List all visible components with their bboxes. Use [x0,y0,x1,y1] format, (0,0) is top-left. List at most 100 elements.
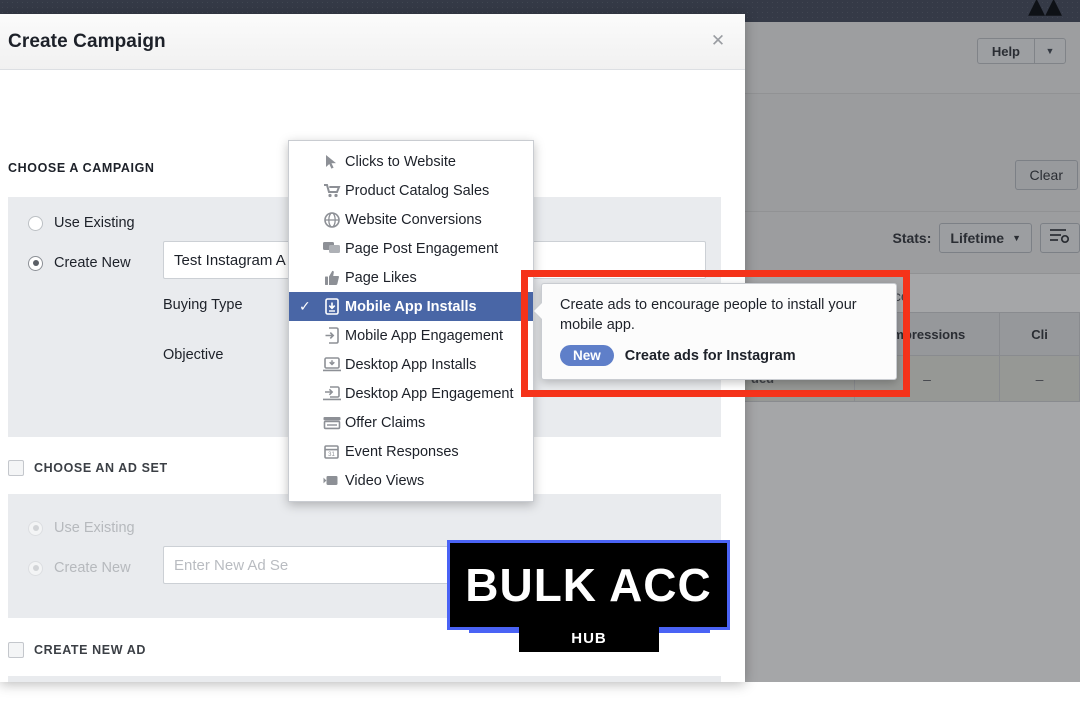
chevron-down-icon: ▼ [1012,233,1021,243]
help-button-label: Help [991,43,1020,59]
radio-label: Use Existing [54,520,135,536]
menu-item-label: Video Views [345,472,425,489]
campaign-name-value: Test Instagram A [174,251,286,269]
radio-adset-use-existing[interactable]: Use Existing [28,520,135,536]
radio-adset-create-new[interactable]: Create New [28,560,131,576]
clear-button-label: Clear [1029,167,1063,183]
stats-label: Stats: [892,230,932,246]
cursor-arrow-icon [319,154,345,170]
radio-icon-selected [28,560,43,576]
table-header-clicks[interactable]: Cli [1000,313,1080,355]
objective-label: Objective [163,347,224,363]
menu-item-video-views[interactable]: ✓ Video Views [289,466,533,495]
page-title: Create Campaign [8,30,166,52]
help-dropdown-button[interactable]: ▼ [1034,38,1066,64]
stats-control-group: Stats: Lifetime ▼ [892,223,1080,253]
dialog-header: Create Campaign ✕ [0,14,745,70]
menu-item-label: Page Post Engagement [345,240,499,257]
watermark-main-box: BULK ACC [447,540,730,630]
check-icon: ✓ [299,473,319,489]
radio-icon [28,215,43,231]
check-icon: ✓ [299,415,319,431]
sliders-gear-icon [1049,227,1071,250]
menu-item-product-catalog-sales[interactable]: ✓ Product Catalog Sales [289,176,533,205]
watermark-sub-box: HUB [519,624,659,652]
watermark-main-text: BULK ACC [465,559,712,611]
menu-item-label: Desktop App Installs [345,356,477,373]
stats-range-select[interactable]: Lifetime ▼ [939,223,1032,253]
watermark: BULK ACC HUB [447,540,730,652]
objective-tooltip: Create ads to encourage people to instal… [534,283,897,380]
close-icon[interactable]: ✕ [707,30,729,52]
check-icon: ✓ [299,357,319,373]
menu-item-clicks-to-website[interactable]: ✓ Clicks to Website [289,147,533,176]
objective-dropdown-menu: ✓ Clicks to Website ✓ Product Catalog Sa… [288,140,534,502]
menu-item-website-conversions[interactable]: ✓ Website Conversions [289,205,533,234]
check-icon: ✓ [299,154,319,170]
check-icon: ✓ [299,212,319,228]
stats-range-value: Lifetime [950,230,1005,246]
stats-settings-button[interactable] [1040,223,1080,253]
buying-type-label: Buying Type [163,297,243,313]
svg-text:31: 31 [328,451,335,457]
menu-item-label: Offer Claims [345,414,426,431]
choose-campaign-heading-label: CHOOSE A CAMPAIGN [8,161,155,175]
checkbox-icon[interactable] [8,642,24,658]
radio-label: Use Existing [54,215,135,231]
check-icon: ✓ [299,444,319,460]
clear-button[interactable]: Clear [1014,160,1078,190]
chrome-bar-glyph: ▲▲ [1028,0,1062,19]
menu-item-desktop-app-engagement[interactable]: ✓ Desktop App Engagement [289,379,533,408]
tooltip-arrow-icon [534,302,543,320]
check-icon: ✓ [299,328,319,344]
radio-icon-selected [28,255,43,271]
watermark-dash-right [652,628,710,633]
mobile-download-icon [319,298,345,315]
desktop-arrow-in-icon [319,386,345,401]
screen: Help ▼ Clear Stats: Lifetime ▼ Impressio… [0,0,1080,720]
menu-item-desktop-app-installs[interactable]: ✓ Desktop App Installs [289,350,533,379]
tooltip-description: Create ads to encourage people to instal… [560,297,857,333]
menu-item-offer-claims[interactable]: ✓ Offer Claims [289,408,533,437]
menu-item-event-responses[interactable]: ✓ 31 Event Responses [289,437,533,466]
status-badge: New [560,345,614,367]
ad-panel: Name Ad Enter an Ad Name [8,676,721,682]
check-icon: ✓ [299,298,311,315]
tooltip-instagram-link[interactable]: Create ads for Instagram [625,348,796,364]
menu-item-mobile-app-engagement[interactable]: ✓ Mobile App Engagement [289,321,533,350]
menu-item-label: Desktop App Engagement [345,385,514,402]
check-icon: ✓ [299,183,319,199]
choose-campaign-heading: CHOOSE A CAMPAIGN [8,161,155,175]
shopping-cart-icon [319,183,345,198]
menu-item-mobile-app-installs[interactable]: ✓ Mobile App Installs [289,292,533,321]
adset-name-placeholder: Enter New Ad Se [174,556,289,574]
radio-label: Create New [54,560,131,576]
menu-item-label: Mobile App Installs [345,298,477,315]
chevron-down-icon: ▼ [1045,46,1055,56]
mobile-arrow-in-icon [319,327,345,344]
menu-item-label: Event Responses [345,443,459,460]
storefront-icon [319,416,345,430]
check-icon: ✓ [299,270,319,286]
menu-item-page-likes[interactable]: ✓ Page Likes [289,263,533,292]
create-new-ad-heading-label: CREATE NEW AD [34,643,146,657]
radio-icon [28,520,43,536]
checkbox-icon[interactable] [8,460,24,476]
create-new-ad-heading: CREATE NEW AD [8,642,146,658]
choose-adset-heading: CHOOSE AN AD SET [8,460,168,476]
tooltip-instagram-row[interactable]: New Create ads for Instagram [542,335,896,367]
watermark-sub-text: HUB [571,629,607,647]
menu-item-label: Mobile App Engagement [345,327,503,344]
menu-item-label: Clicks to Website [345,153,456,170]
speech-bubbles-icon [319,241,345,256]
radio-campaign-use-existing[interactable]: Use Existing [28,215,135,231]
choose-adset-heading-label: CHOOSE AN AD SET [34,461,168,475]
check-icon: ✓ [299,241,319,257]
radio-label: Create New [54,255,131,271]
thumbs-up-icon [319,270,345,286]
help-button[interactable]: Help [976,38,1034,64]
menu-item-label: Product Catalog Sales [345,182,490,199]
menu-item-page-post-engagement[interactable]: ✓ Page Post Engagement [289,234,533,263]
radio-campaign-create-new[interactable]: Create New [28,255,131,271]
table-cell-clicks: – [1000,356,1080,401]
